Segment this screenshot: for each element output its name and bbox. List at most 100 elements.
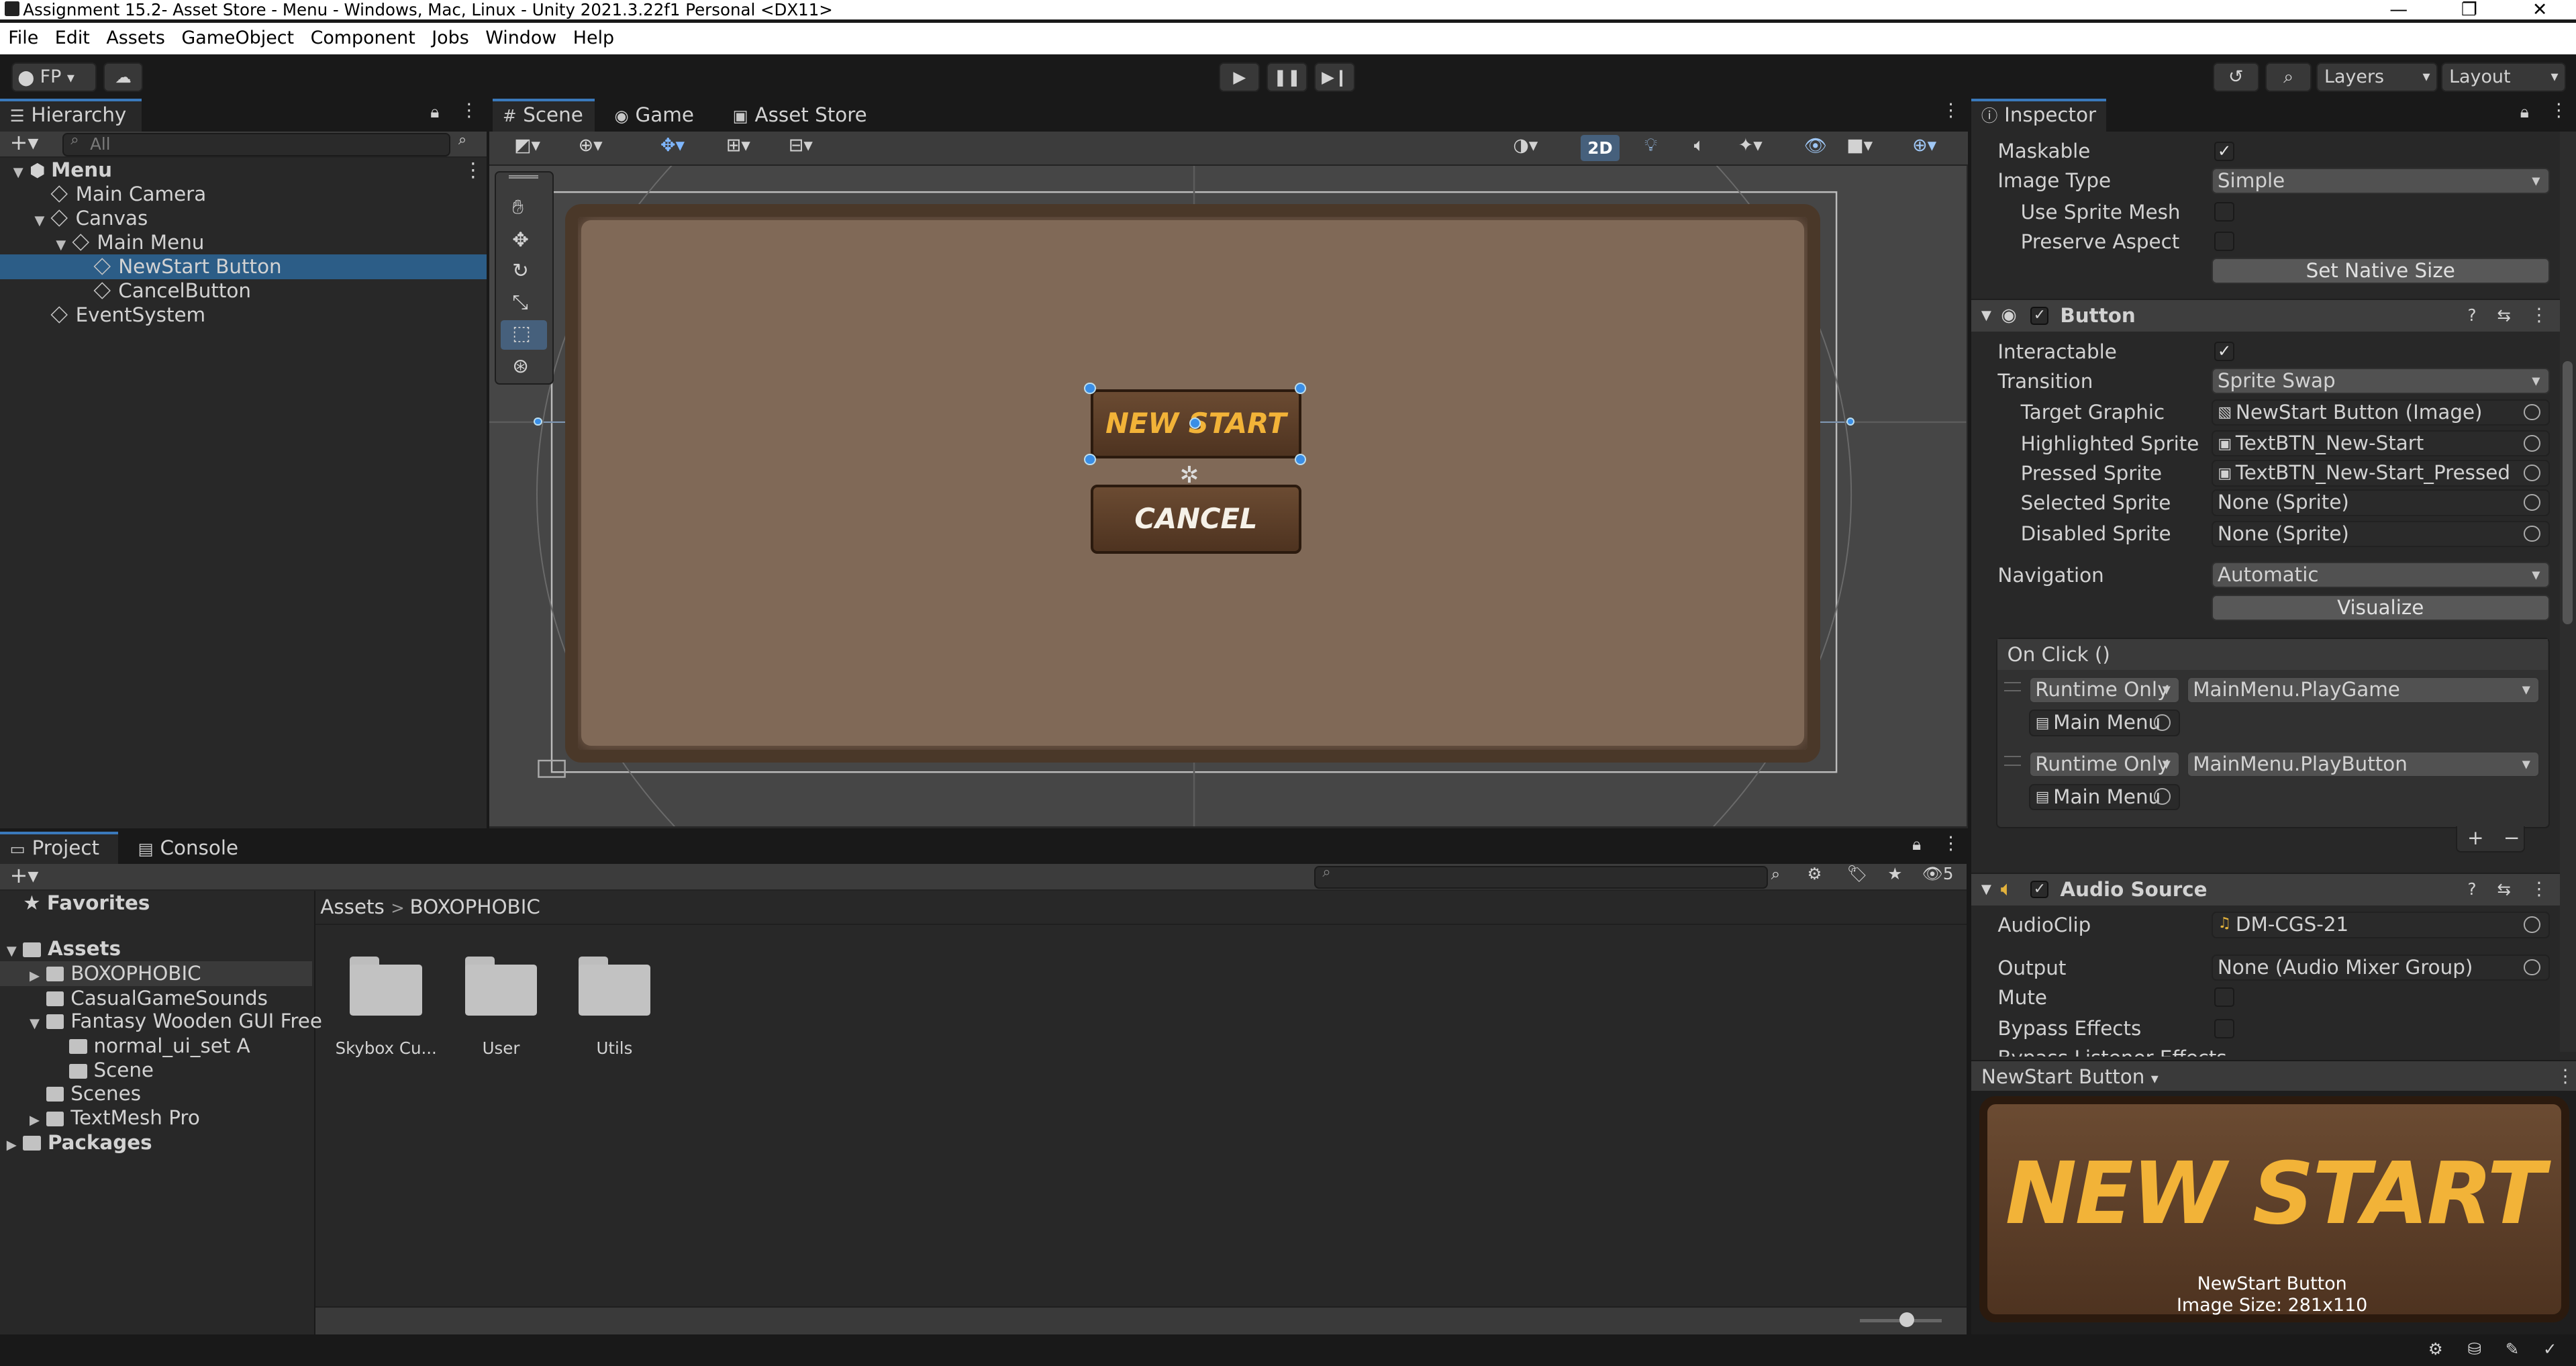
transform-tool-icon[interactable]: ⊛ <box>512 354 529 377</box>
search-button[interactable]: ⌕ <box>2265 62 2312 93</box>
fold-arrow-icon[interactable]: ▶ <box>30 964 46 989</box>
hierarchy-item[interactable]: ▼ Main Menu <box>0 230 487 255</box>
target-graphic-field[interactable]: NewStart Button (Image) <box>2211 399 2550 426</box>
minimize-button[interactable]: — <box>2366 0 2432 19</box>
pressed-sprite-field[interactable]: TextBTN_New-Start_Pressed <box>2211 460 2550 487</box>
menu-gameobject[interactable]: GameObject <box>173 23 302 54</box>
drag-handle-icon[interactable] <box>2004 681 2021 692</box>
step-button[interactable]: ▶❙ <box>1314 62 1356 93</box>
auto-generate-lighting-icon[interactable]: ✓ <box>2543 1339 2557 1359</box>
use-sprite-mesh-checkbox[interactable] <box>2214 202 2234 222</box>
menu-help[interactable]: Help <box>565 23 623 54</box>
create-icon[interactable]: +▾ <box>10 863 39 888</box>
hidden-packages-icon[interactable]: 👁︎5 <box>1922 864 1954 883</box>
menu-edit[interactable]: Edit <box>47 23 99 54</box>
hierarchy-item[interactable]: ▼ ⬢ Menu ⋮ <box>0 158 487 183</box>
output-field[interactable]: None (Audio Mixer Group) <box>2211 955 2550 981</box>
hierarchy-item[interactable]: EventSystem <box>0 303 487 328</box>
image-type-dropdown[interactable]: Simple <box>2211 167 2550 194</box>
project-tree-item[interactable]: ▶ BOXOPHOBIC <box>0 961 313 989</box>
tab-scene[interactable]: # Scene <box>493 98 595 132</box>
rect-tool-button[interactable]: ⬚ <box>501 320 547 350</box>
bypass-effects-checkbox[interactable] <box>2214 1018 2234 1038</box>
menu-file[interactable]: File <box>0 23 47 54</box>
audioclip-field[interactable]: DM-CGS-21 <box>2211 912 2550 938</box>
draw-mode-icon[interactable]: ◩▾ <box>514 135 540 156</box>
event-runtime-dropdown[interactable]: Runtime Only <box>2028 750 2181 777</box>
menu-window[interactable]: Window <box>477 23 565 54</box>
set-native-size-button[interactable]: Set Native Size <box>2211 258 2550 285</box>
kebab-menu-icon[interactable]: ⋮ <box>1942 833 1960 854</box>
object-picker-icon[interactable] <box>2524 403 2540 421</box>
account-dropdown[interactable]: ⬤ FP ▾ <box>11 62 97 93</box>
hierarchy-item[interactable]: CancelButton <box>0 279 487 303</box>
project-tree-item[interactable]: ▶ Packages <box>0 1130 312 1155</box>
audio-icon[interactable]: 🔈︎ <box>1694 135 1705 156</box>
increment-snap-icon[interactable]: ⊟▾ <box>789 135 813 156</box>
move-tool-icon[interactable]: ✥ <box>512 228 529 251</box>
project-search-input[interactable] <box>1314 865 1768 889</box>
object-picker-icon[interactable] <box>2154 714 2171 731</box>
breadcrumb-assets[interactable]: Assets <box>320 895 385 918</box>
event-object-field[interactable]: Main Menu <box>2028 710 2181 736</box>
layout-dropdown[interactable]: Layout ▾ <box>2441 62 2567 93</box>
camera-icon[interactable]: ■▾ <box>1846 135 1873 156</box>
pause-button[interactable]: ❚❚ <box>1267 62 1308 93</box>
tab-project[interactable]: ▭ Project <box>0 831 119 865</box>
hierarchy-item[interactable]: ▼ Canvas <box>0 206 487 231</box>
scene-cancel-button[interactable]: CANCEL <box>1091 485 1301 554</box>
tab-inspector[interactable]: ⓘ Inspector <box>1971 98 2106 132</box>
undo-history-button[interactable]: ↺ <box>2213 62 2259 93</box>
inspector-scrollbar[interactable] <box>2559 131 2576 1052</box>
audio-source-header[interactable]: ▼ 🔈︎ ✓ Audio Source ? ⇆ ⋮ <box>1971 872 2560 906</box>
project-tree-item[interactable]: Scenes <box>0 1081 312 1106</box>
object-picker-icon[interactable] <box>2524 916 2540 933</box>
help-icon[interactable]: ? <box>2467 874 2476 906</box>
filter-type-icon[interactable]: ⚙︎ <box>1807 864 1822 883</box>
disabled-sprite-field[interactable]: None (Sprite) <box>2211 520 2550 548</box>
project-tree-item[interactable]: ▼ Assets <box>0 936 312 961</box>
layers-dropdown[interactable]: Layers ▾ <box>2316 62 2438 93</box>
rect-handle-bl[interactable] <box>1084 453 1096 465</box>
project-tree-item[interactable]: ▼ Fantasy Wooden GUI Free <box>0 1009 322 1034</box>
event-function-dropdown[interactable]: MainMenu.PlayGame <box>2186 677 2540 703</box>
lock-icon[interactable]: 🔒︎ <box>2520 102 2529 121</box>
hierarchy-item[interactable]: NewStart Button <box>0 254 487 279</box>
lock-icon[interactable]: 🔒︎ <box>1912 834 1921 854</box>
fold-arrow-icon[interactable]: ▼ <box>1981 874 1991 906</box>
canvas-handle-left[interactable] <box>534 417 542 426</box>
kebab-menu-icon[interactable]: ⋮ <box>2530 300 2548 332</box>
rect-handle-br[interactable] <box>1294 453 1306 465</box>
cache-icon[interactable]: ⛁ <box>2467 1339 2481 1359</box>
object-picker-icon[interactable] <box>2524 494 2540 511</box>
preset-icon[interactable]: ⇆ <box>2497 300 2511 332</box>
project-splitter[interactable] <box>313 890 315 1334</box>
icon-size-slider-thumb[interactable] <box>1899 1312 1914 1328</box>
2d-toggle[interactable]: 2D <box>1580 134 1620 161</box>
kebab-menu-icon[interactable]: ⋮ <box>2550 100 2568 121</box>
grid-snap-icon[interactable]: ⊞▾ <box>726 135 750 156</box>
selected-sprite-field[interactable]: None (Sprite) <box>2211 489 2550 516</box>
label-icon[interactable]: 🏷︎ <box>1846 864 1867 883</box>
kebab-menu-icon[interactable]: ⋮ <box>2557 1061 2575 1093</box>
event-object-field[interactable]: Main Menu <box>2028 783 2181 810</box>
kebab-menu-icon[interactable]: ⋮ <box>463 158 483 183</box>
fold-arrow-icon[interactable]: ▼ <box>1981 300 1991 332</box>
effects-icon[interactable]: ✦▾ <box>1738 135 1763 156</box>
tab-hierarchy[interactable]: ☰ Hierarchy <box>0 98 142 132</box>
fold-arrow-icon[interactable]: ▶ <box>30 1108 46 1133</box>
remove-event-button[interactable]: − <box>2504 826 2520 849</box>
tab-asset-store[interactable]: ▣ Asset Store <box>723 99 877 132</box>
menu-jobs[interactable]: Jobs <box>424 23 477 54</box>
object-picker-icon[interactable] <box>2524 959 2540 976</box>
audio-source-enabled-checkbox[interactable]: ✓ <box>2030 880 2049 899</box>
button-component-header[interactable]: ▼ ◉ ✓ Button ? ⇆ ⋮ <box>1971 299 2560 332</box>
drag-handle-icon[interactable] <box>509 175 539 179</box>
kebab-menu-icon[interactable]: ⋮ <box>460 100 478 121</box>
move-snap-icon[interactable]: ✥▾ <box>660 135 685 156</box>
hidden-objects-icon[interactable]: 👁︎ <box>1804 135 1827 156</box>
lock-icon[interactable]: 🔒︎ <box>430 102 439 121</box>
fold-arrow-icon[interactable]: ▼ <box>7 939 23 964</box>
inspector-scrollbar-thumb[interactable] <box>2563 361 2573 625</box>
rect-handle-tl[interactable] <box>1084 383 1096 395</box>
